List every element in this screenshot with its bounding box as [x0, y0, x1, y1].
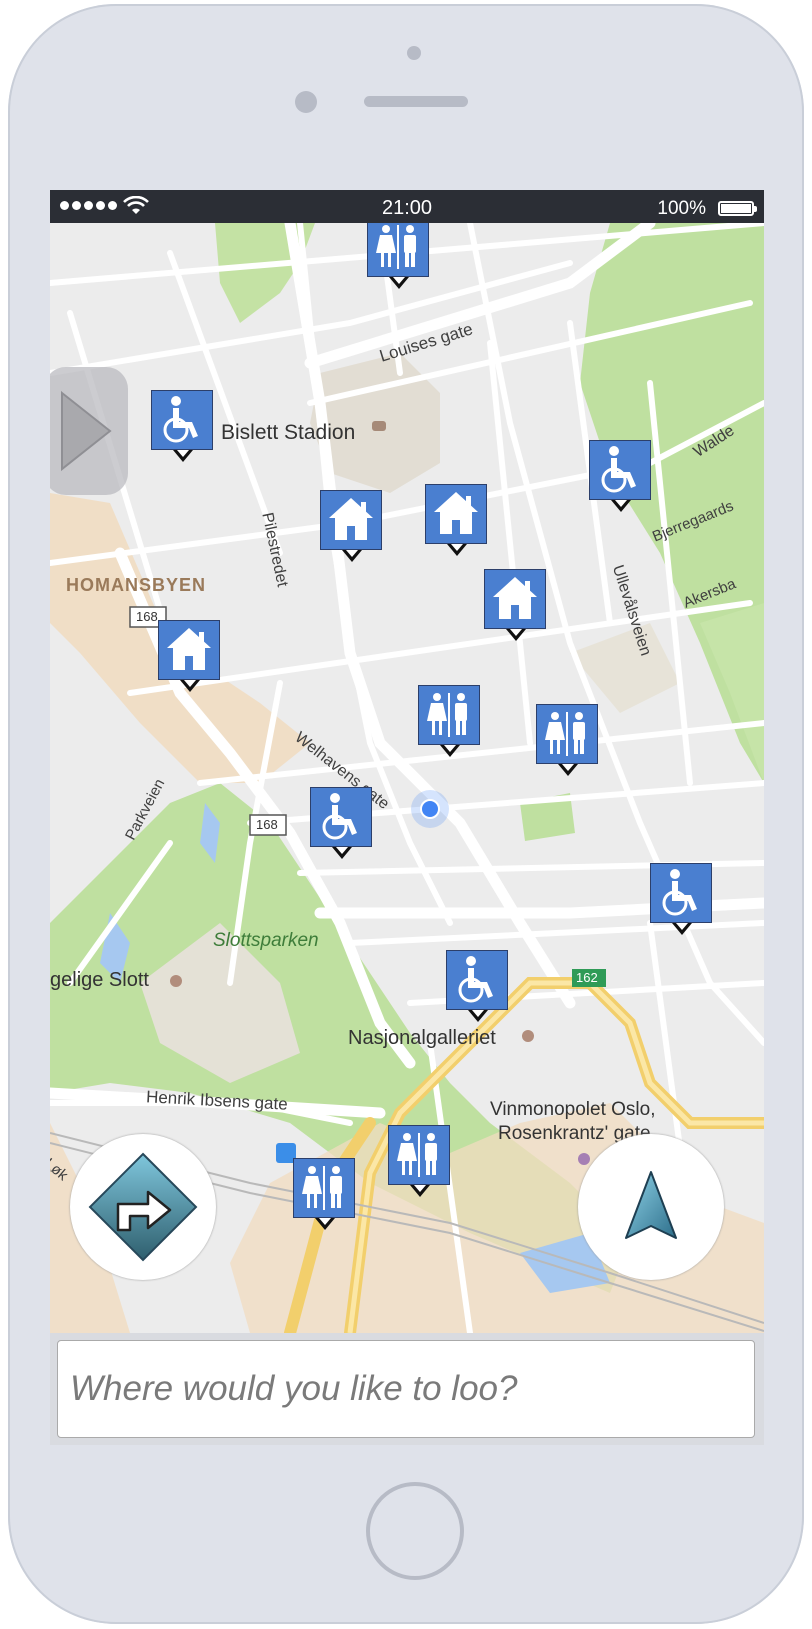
wheelchair-icon: [163, 396, 198, 443]
wheelchair-marker[interactable]: [589, 440, 653, 516]
home-icon: [329, 498, 373, 540]
directions-button[interactable]: [70, 1134, 216, 1280]
wheelchair-marker[interactable]: [151, 390, 215, 466]
poi-label-bislett-stadion: Bislett Stadion: [221, 421, 356, 444]
current-location-dot: [411, 790, 449, 828]
navigation-arrow-icon: [625, 1171, 677, 1239]
battery-icon: [718, 201, 757, 216]
wheelchair-icon: [458, 956, 493, 1003]
home-icon: [434, 492, 478, 534]
status-bar: 21:00 100%: [50, 190, 764, 223]
wheelchair-icon: [662, 869, 697, 916]
home-marker[interactable]: [425, 484, 489, 560]
home-marker[interactable]: [484, 569, 548, 645]
toilet-icon: [545, 712, 585, 756]
home-icon: [167, 628, 211, 670]
toilet-marker[interactable]: [536, 704, 600, 780]
earpiece-speaker: [364, 96, 468, 107]
sidebar-toggle-button[interactable]: [50, 367, 128, 495]
toilet-icon: [427, 693, 467, 737]
search-input[interactable]: [57, 1340, 755, 1438]
search-bar: [50, 1333, 764, 1445]
home-marker[interactable]: [320, 490, 384, 566]
route-label-162: 162: [576, 970, 598, 985]
park-label-slottsparken: Slottsparken: [213, 930, 319, 951]
route-label-168-b: 168: [256, 817, 278, 832]
toilet-marker[interactable]: [293, 1158, 357, 1234]
toilet-icon: [376, 225, 416, 269]
turn-right-diamond-icon: [88, 1152, 198, 1262]
toilet-marker[interactable]: [388, 1125, 452, 1201]
play-triangle-icon: [61, 390, 112, 472]
map-view[interactable]: Louises gate Bislett Stadion Pilestredet…: [50, 223, 764, 1333]
wheelchair-icon: [322, 793, 357, 840]
wheelchair-marker[interactable]: [446, 950, 510, 1026]
front-sensor: [407, 46, 421, 60]
locate-me-button[interactable]: [578, 1134, 724, 1280]
app-screen: 21:00 100% Louises gate Bislett Stadion …: [50, 190, 764, 1445]
toilet-icon: [397, 1133, 437, 1177]
toilet-marker[interactable]: [367, 223, 431, 293]
home-button[interactable]: [366, 1482, 464, 1580]
poi-label-slott: gelige Slott: [50, 969, 149, 991]
front-camera: [295, 91, 317, 113]
toilet-icon: [302, 1166, 342, 1210]
toilet-marker[interactable]: [418, 685, 482, 761]
route-label-168-a: 168: [136, 609, 158, 624]
poi-label-nasjonalgalleriet: Nasjonalgalleriet: [348, 1027, 496, 1049]
wheelchair-marker[interactable]: [650, 863, 714, 939]
wheelchair-marker[interactable]: [310, 787, 374, 863]
home-marker[interactable]: [158, 620, 222, 696]
poi-label-vinmonopolet: Vinmonopolet Oslo,: [490, 1099, 656, 1120]
home-icon: [493, 577, 537, 619]
wheelchair-icon: [601, 446, 636, 493]
battery-percent: 100%: [657, 198, 706, 219]
district-label-homansbyen: HOMANSBYEN: [66, 575, 207, 595]
